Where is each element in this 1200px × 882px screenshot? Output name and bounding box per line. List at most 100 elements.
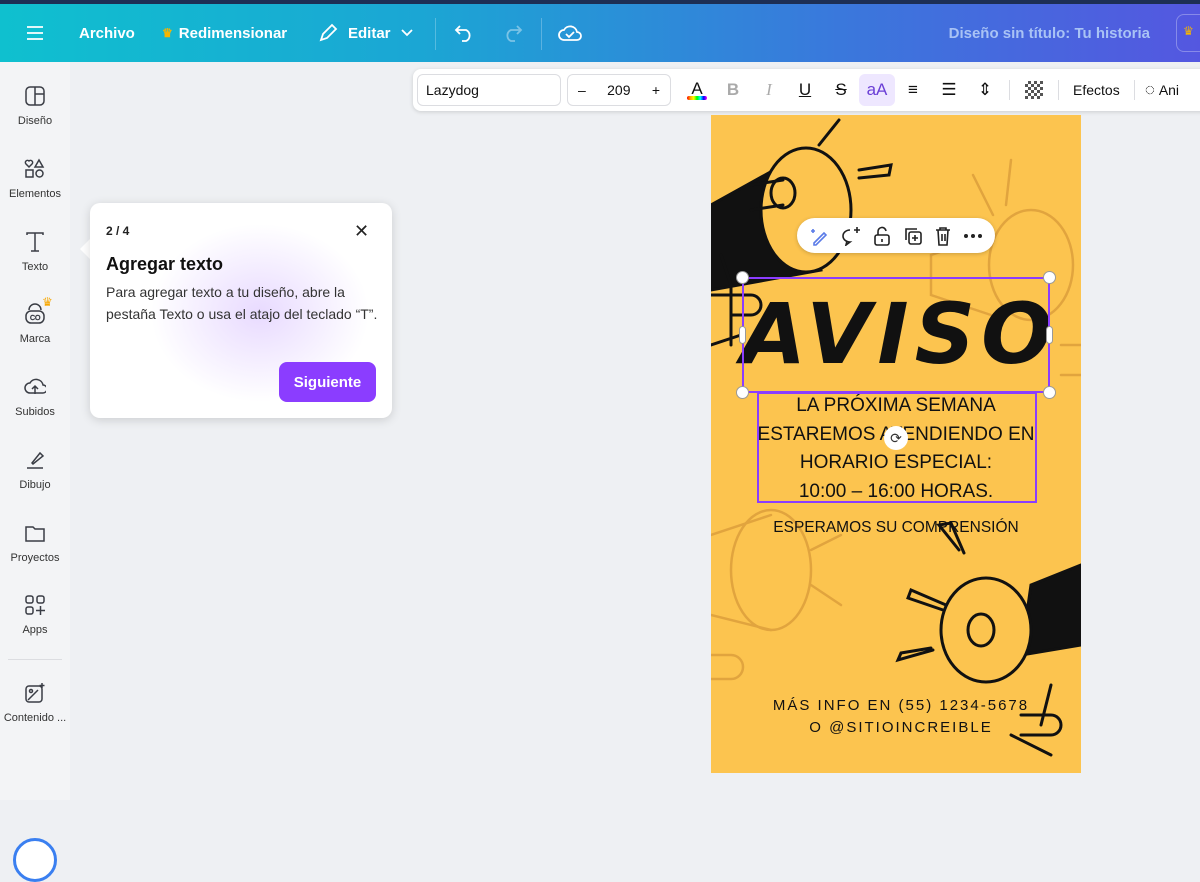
popover-title: Agregar texto: [106, 254, 224, 274]
underline-button[interactable]: U: [787, 74, 823, 106]
shapes-icon: [24, 158, 45, 178]
decrease-size-button[interactable]: –: [578, 82, 586, 98]
sidebar-item-texto[interactable]: Texto: [0, 231, 70, 273]
divider: [1133, 80, 1135, 100]
sidebar-item-label: Dibujo: [19, 479, 51, 491]
next-button[interactable]: Siguiente: [279, 362, 376, 402]
selection-box-heading[interactable]: [742, 277, 1050, 393]
pencil-icon: [319, 23, 338, 42]
text-toolbar: Lazydog – 209 + A B I U S aA ≡ ☰ ⇕ Efect…: [413, 69, 1200, 111]
sidebar-item-contenido[interactable]: Contenido ...: [0, 682, 70, 724]
redo-icon: [506, 25, 523, 42]
archivo-button[interactable]: Archivo: [79, 4, 135, 62]
sidebar-item-label: Apps: [22, 624, 48, 636]
text-color-button[interactable]: A: [679, 74, 715, 106]
upload-icon: [24, 378, 46, 394]
sidebar-item-label: Elementos: [9, 188, 61, 200]
element-context-menu: [797, 218, 995, 253]
text-icon: [26, 232, 44, 252]
apps-icon: [25, 595, 45, 615]
animate-icon: ◌: [1144, 80, 1155, 99]
sidebar-divider: [8, 659, 62, 660]
font-name: Lazydog: [426, 82, 479, 98]
animate-label: Ani: [1158, 82, 1180, 98]
side-handle[interactable]: [1046, 326, 1053, 344]
font-size-stepper[interactable]: – 209 +: [567, 74, 671, 106]
resize-handle[interactable]: [736, 386, 749, 399]
sidebar-item-label: Texto: [21, 261, 49, 273]
sidebar-item-marca[interactable]: CO ♛ Marca: [0, 295, 70, 345]
info-line: MÁS INFO EN (55) 1234-5678: [772, 697, 1030, 714]
sidebar-item-label: Marca: [19, 333, 51, 345]
save-status-button[interactable]: [558, 4, 582, 62]
close-icon[interactable]: ✕: [354, 221, 369, 242]
edit-label: Editar: [348, 24, 391, 42]
font-size-input[interactable]: 209: [607, 82, 630, 98]
sidebar-item-diseno[interactable]: Diseño: [0, 85, 70, 127]
spacing-icon[interactable]: ⇕: [967, 74, 1003, 106]
top-bar: Archivo ♛ Redimensionar Editar Diseño sin…: [0, 0, 1200, 62]
letter-case-button[interactable]: aA: [859, 74, 895, 106]
align-center-icon[interactable]: ≡: [895, 74, 931, 106]
archivo-label: Archivo: [79, 24, 135, 42]
menu-button[interactable]: [26, 4, 44, 62]
cloud-check-icon: [558, 25, 582, 41]
crown-badge-icon: ♛: [42, 295, 53, 309]
resize-handle[interactable]: [736, 271, 749, 284]
layout-icon: [25, 86, 45, 106]
sidebar-item-elementos[interactable]: Elementos: [0, 158, 70, 200]
magic-media-icon: [25, 683, 45, 703]
sidebar-item-label: Subidos: [15, 406, 55, 418]
edit-button[interactable]: Editar: [318, 4, 414, 62]
step-counter: 2 / 4: [106, 224, 130, 238]
strikethrough-button[interactable]: S: [823, 74, 859, 106]
crown-icon: ♛: [162, 26, 173, 40]
duplicate-icon[interactable]: [903, 226, 923, 246]
sidebar-item-label: Diseño: [17, 115, 53, 127]
rotate-icon[interactable]: ⟳: [884, 426, 908, 450]
redo-button[interactable]: [501, 4, 523, 62]
effects-button[interactable]: Efectos: [1065, 82, 1128, 98]
side-handle[interactable]: [739, 326, 746, 344]
sidebar-item-label: Contenido ...: [3, 712, 67, 724]
info-text[interactable]: MÁS INFO EN (55) 1234-5678 O @SITIOINCRE…: [751, 695, 1051, 739]
increase-size-button[interactable]: +: [652, 82, 660, 98]
trash-icon[interactable]: [934, 226, 952, 246]
undo-button[interactable]: [454, 4, 476, 62]
sidebar-item-label: Proyectos: [10, 552, 60, 564]
magic-edit-icon[interactable]: [809, 226, 829, 246]
resize-label: Redimensionar: [178, 24, 288, 42]
unlock-icon[interactable]: [873, 226, 891, 246]
divider: [1009, 80, 1010, 100]
design-title[interactable]: Diseño sin título: Tu historia: [949, 4, 1150, 62]
sidebar-item-subidos[interactable]: Subidos: [0, 376, 70, 418]
resize-handle[interactable]: [1043, 271, 1056, 284]
list-icon[interactable]: ☰: [931, 74, 967, 106]
undo-icon: [454, 25, 471, 42]
sidebar-item-proyectos[interactable]: Proyectos: [0, 522, 70, 564]
magic-assistant-button[interactable]: [13, 838, 57, 882]
divider: [1058, 80, 1059, 100]
sidebar: Diseño Elementos Texto CO ♛ Marca Subidos …: [0, 62, 70, 882]
more-icon[interactable]: [963, 233, 983, 239]
closing-text[interactable]: ESPERAMOS SU COMPRENSIÓN: [711, 519, 1081, 537]
folder-icon: [25, 526, 45, 542]
upgrade-button[interactable]: ♛: [1176, 14, 1200, 52]
transparency-icon[interactable]: [1016, 74, 1052, 106]
draw-icon: [27, 451, 45, 469]
font-family-select[interactable]: Lazydog: [417, 74, 561, 106]
animate-button[interactable]: ◌ Ani: [1141, 80, 1183, 100]
sidebar-item-dibujo[interactable]: Dibujo: [0, 449, 70, 491]
info-line: O @SITIOINCREIBLE: [809, 719, 993, 736]
rainbow-bar: [687, 95, 707, 100]
bold-button[interactable]: B: [715, 74, 751, 106]
resize-handle[interactable]: [1043, 386, 1056, 399]
italic-button[interactable]: I: [751, 74, 787, 106]
sidebar-item-apps[interactable]: Apps: [0, 594, 70, 636]
hamburger-icon: [27, 26, 43, 40]
comment-add-icon[interactable]: [840, 226, 862, 246]
crown-icon: ♛: [1183, 24, 1194, 38]
popover-body: Para agregar texto a tu diseño, abre la …: [106, 284, 378, 322]
onboarding-popover: 2 / 4 ✕ Agregar texto Para agregar texto…: [90, 203, 392, 418]
resize-button[interactable]: ♛ Redimensionar: [162, 4, 287, 62]
